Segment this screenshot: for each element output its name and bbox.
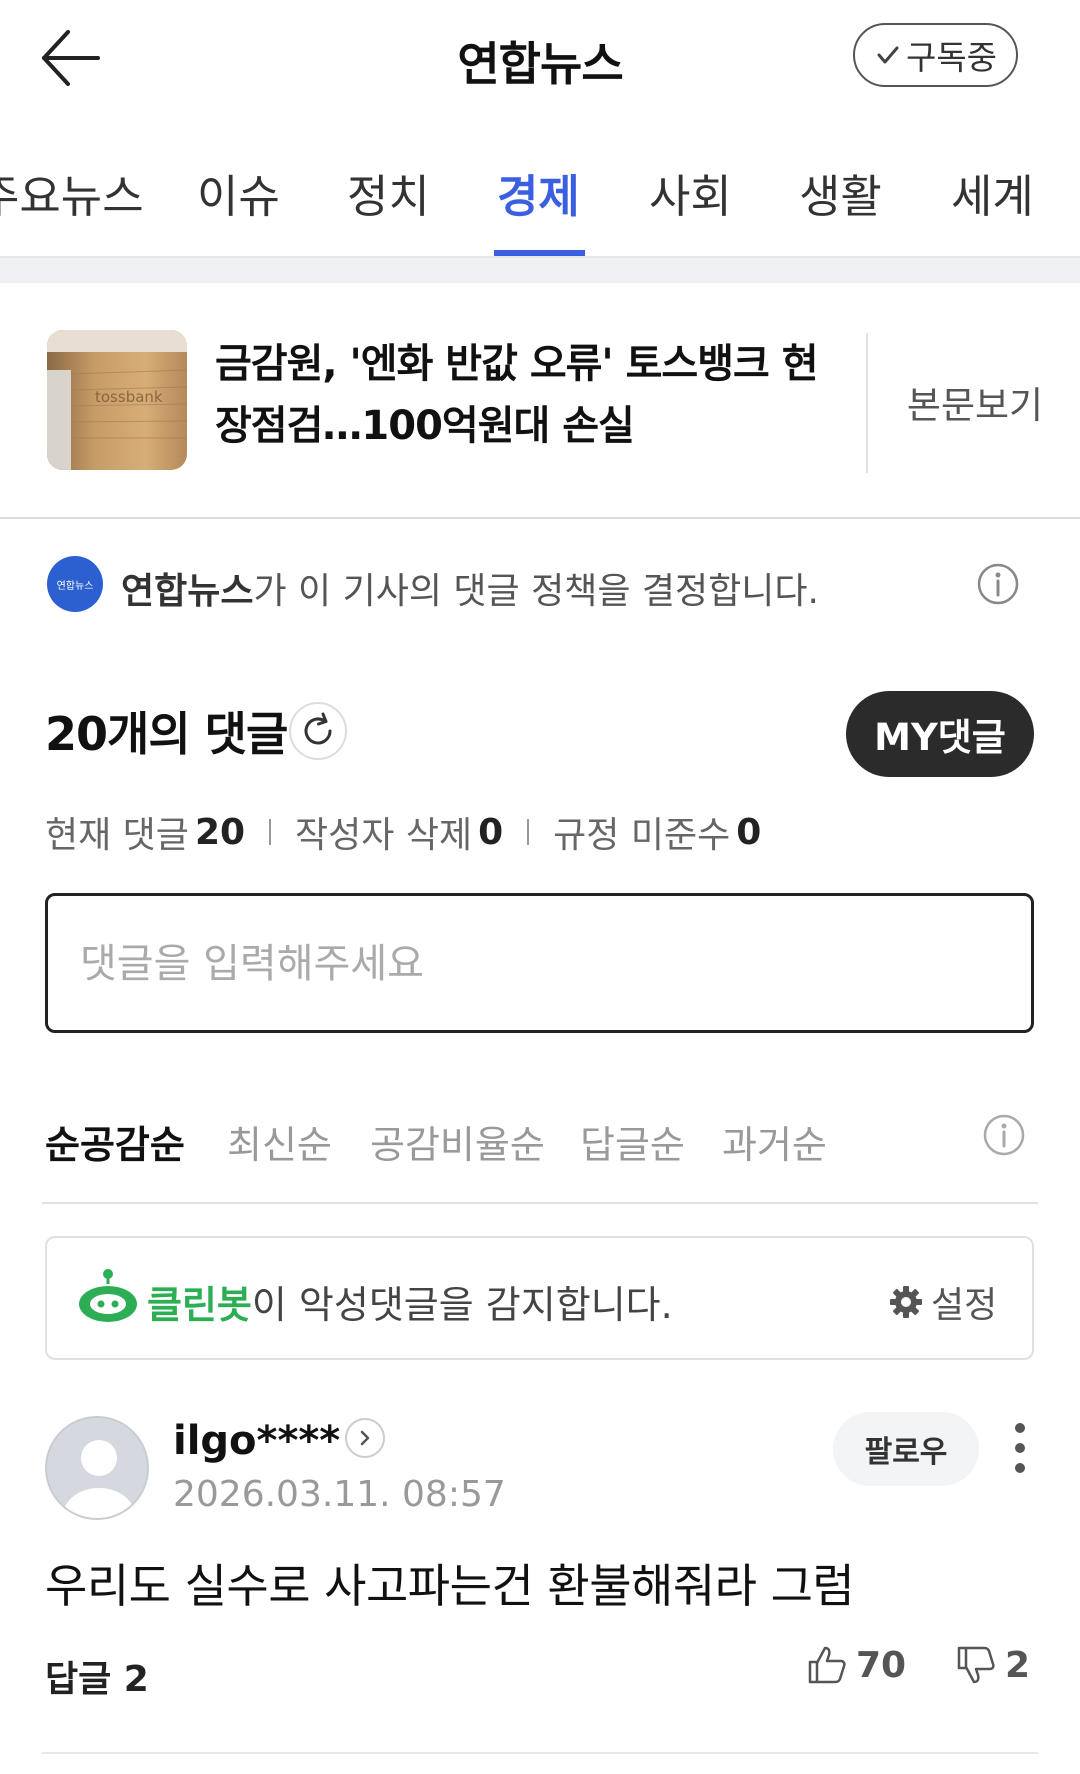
deleted-comments-value: 0 bbox=[478, 811, 504, 853]
comment-text: 우리도 실수로 사고파는건 환불해줘라 그럼 bbox=[45, 1559, 855, 1613]
article-bar[interactable]: tossbank 금감원, '엔화 반값 오류' 토스뱅크 현장점검…100억원… bbox=[0, 283, 1080, 519]
like-count: 70 bbox=[856, 1644, 907, 1686]
article-title[interactable]: 금감원, '엔화 반값 오류' 토스뱅크 현장점검…100억원대 손실 bbox=[215, 333, 835, 457]
divider bbox=[527, 819, 530, 845]
current-comments-label: 현재 댓글 bbox=[45, 815, 189, 856]
category-tabs: 주요뉴스 이슈 정치 경제 사회 생활 세계 bbox=[0, 130, 1080, 258]
tab-politics[interactable]: 정치 bbox=[347, 160, 430, 225]
profile-link-button[interactable] bbox=[345, 1418, 385, 1458]
app-header: 연합뉴스 구독중 bbox=[0, 0, 1080, 118]
comment-input[interactable] bbox=[80, 936, 980, 992]
comment-username[interactable]: ilgo**** bbox=[173, 1418, 340, 1464]
my-comments-button[interactable]: MY댓글 bbox=[846, 691, 1034, 777]
avatar[interactable] bbox=[45, 1416, 149, 1520]
reply-button[interactable]: 답글 2 bbox=[45, 1650, 149, 1702]
sort-likes[interactable]: 순공감순 bbox=[45, 1114, 185, 1169]
more-options-button[interactable] bbox=[1000, 1418, 1040, 1478]
tab-main-news[interactable]: 주요뉴스 bbox=[0, 160, 144, 225]
subscribe-button[interactable]: 구독중 bbox=[853, 23, 1018, 87]
cleanbot-text: 클린봇이 악성댓글을 감지합니다. bbox=[147, 1274, 673, 1329]
like-button[interactable]: 70 bbox=[806, 1644, 906, 1686]
cleanbot-text-rest: 이 악성댓글을 감지합니다. bbox=[251, 1283, 673, 1327]
view-article-button[interactable]: 본문보기 bbox=[870, 375, 1080, 429]
tab-world[interactable]: 세계 bbox=[951, 160, 1034, 225]
thumbs-up-icon bbox=[808, 1646, 846, 1684]
cleanbot-name: 클린봇 bbox=[147, 1283, 252, 1327]
gear-icon bbox=[890, 1286, 922, 1318]
check-icon bbox=[877, 46, 899, 64]
refresh-icon bbox=[304, 712, 332, 745]
active-tab-indicator bbox=[494, 250, 585, 256]
comment-count-title: 20개의 댓글 bbox=[45, 707, 288, 761]
reply-count: 2 bbox=[123, 1659, 149, 1700]
current-comments-value: 20 bbox=[194, 811, 246, 853]
comment-policy: 연합뉴스 연합뉴스가 이 기사의 댓글 정책을 결정합니다. bbox=[0, 556, 1080, 616]
policy-text: 연합뉴스가 이 기사의 댓글 정책을 결정합니다. bbox=[121, 562, 819, 614]
tab-life[interactable]: 생활 bbox=[799, 160, 882, 225]
settings-label: 설정 bbox=[931, 1285, 998, 1326]
sort-oldest[interactable]: 과거순 bbox=[722, 1114, 827, 1169]
cleanbot-icon bbox=[79, 1269, 137, 1322]
cleanbot-banner: 클린봇이 악성댓글을 감지합니다. 설정 bbox=[45, 1236, 1034, 1360]
press-logo: 연합뉴스 bbox=[47, 556, 103, 612]
policy-text-rest: 가 이 기사의 댓글 정책을 결정합니다. bbox=[253, 571, 819, 612]
divider bbox=[42, 1202, 1038, 1204]
more-vertical-icon bbox=[1015, 1423, 1025, 1473]
divider bbox=[269, 819, 272, 845]
tab-society[interactable]: 사회 bbox=[649, 160, 732, 225]
divider bbox=[866, 333, 868, 473]
comment-input-box[interactable] bbox=[45, 893, 1034, 1033]
policy-press-name: 연합뉴스 bbox=[121, 571, 254, 612]
divider bbox=[42, 1752, 1038, 1754]
cleanbot-settings-button[interactable]: 설정 bbox=[887, 1276, 997, 1328]
svg-text:tossbank: tossbank bbox=[95, 388, 163, 406]
info-icon[interactable] bbox=[976, 562, 1020, 606]
tab-economy[interactable]: 경제 bbox=[497, 160, 580, 225]
thumbs-down-icon bbox=[957, 1646, 995, 1684]
refresh-button[interactable] bbox=[289, 702, 347, 760]
dislike-button[interactable]: 2 bbox=[955, 1644, 1030, 1686]
sort-options: 순공감순 최신순 공감비율순 답글순 과거순 bbox=[0, 1112, 1080, 1202]
sort-replies[interactable]: 답글순 bbox=[580, 1114, 685, 1169]
chevron-right-icon bbox=[360, 1430, 370, 1446]
deleted-comments-label: 작성자 삭제 bbox=[295, 815, 473, 856]
section-divider bbox=[0, 258, 1080, 283]
comment-item: ilgo**** 2026.03.11. 08:57 팔로우 우리도 실수로 사… bbox=[0, 1400, 1080, 1760]
violation-comments-label: 규정 미준수 bbox=[553, 815, 731, 856]
dislike-count: 2 bbox=[1005, 1644, 1031, 1686]
reply-label: 답글 bbox=[45, 1659, 112, 1700]
comment-date: 2026.03.11. 08:57 bbox=[173, 1474, 506, 1515]
sort-latest[interactable]: 최신순 bbox=[227, 1114, 332, 1169]
follow-button[interactable]: 팔로우 bbox=[833, 1412, 979, 1486]
sort-like-ratio[interactable]: 공감비율순 bbox=[370, 1114, 545, 1169]
subscribe-label: 구독중 bbox=[905, 38, 998, 77]
article-thumbnail[interactable]: tossbank bbox=[47, 330, 187, 470]
tab-issue[interactable]: 이슈 bbox=[197, 160, 280, 225]
comment-stats: 현재 댓글 20 작성자 삭제 0 규정 미준수 0 bbox=[45, 806, 761, 858]
violation-comments-value: 0 bbox=[736, 811, 762, 853]
info-icon[interactable] bbox=[982, 1113, 1026, 1157]
